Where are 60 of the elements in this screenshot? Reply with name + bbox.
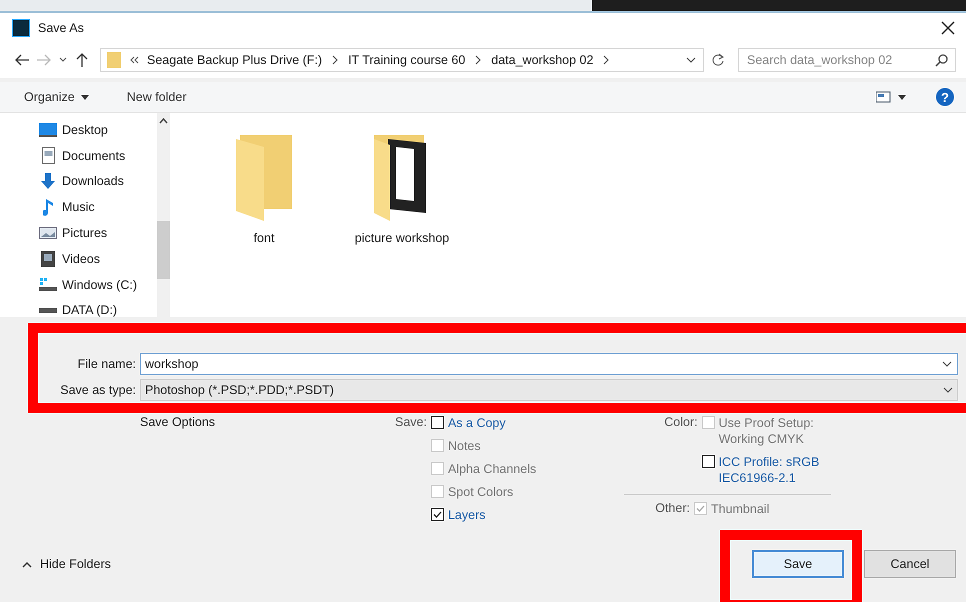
checkmark-icon xyxy=(694,503,706,514)
chevron-up-icon xyxy=(22,560,32,568)
file-name-field[interactable]: workshop xyxy=(140,353,958,375)
section-title: Save Options xyxy=(140,415,216,431)
option-group-label: Color: xyxy=(664,415,698,431)
film-icon xyxy=(41,250,55,267)
monitor-icon xyxy=(39,122,57,137)
option-group-label: Other: xyxy=(655,501,690,517)
organize-menu[interactable]: Organize xyxy=(20,88,93,106)
app-icon xyxy=(12,18,30,36)
close-icon[interactable] xyxy=(940,20,956,36)
option-checkbox[interactable]: Layers xyxy=(430,507,536,523)
picture-icon xyxy=(39,227,57,240)
chevron-down-icon[interactable] xyxy=(942,360,952,368)
option-checkbox[interactable]: ICC Profile: sRGB IEC61966-2.1 xyxy=(702,454,820,486)
breadcrumb-item[interactable]: Seagate Backup Plus Drive (F:) xyxy=(147,53,322,67)
cancel-button[interactable]: Cancel xyxy=(864,550,956,578)
file-name[interactable]: font xyxy=(254,231,274,245)
search-icon xyxy=(935,53,949,67)
chevron-right-icon xyxy=(330,54,340,66)
sidebar-item[interactable]: Desktop xyxy=(0,117,157,143)
save-button[interactable]: Save xyxy=(752,550,844,578)
option-group-label: Save: xyxy=(395,415,427,431)
sidebar-item[interactable]: Windows (C:) xyxy=(0,272,157,298)
chevron-right-icon xyxy=(473,54,484,66)
option-checkbox[interactable]: As a Copy xyxy=(430,415,536,431)
sidebar-item[interactable]: Videos xyxy=(0,246,157,272)
search-field[interactable]: Search data_workshop 02 xyxy=(738,48,956,72)
breadcrumb-item[interactable]: IT Training course 60 xyxy=(348,53,466,67)
sidebar-item[interactable]: Documents xyxy=(0,142,157,169)
drive-icon xyxy=(39,278,57,292)
address-bar[interactable]: Seagate Backup Plus Drive (F:) IT Training course 60 data_workshop 02 xyxy=(100,48,704,72)
checkmark-icon xyxy=(432,509,443,520)
chevron-right-icon xyxy=(601,54,612,66)
chevron-down-icon xyxy=(943,386,953,394)
caret-icon xyxy=(80,94,89,100)
view-options-icon[interactable] xyxy=(876,91,906,103)
document-icon xyxy=(42,147,54,164)
sidebar-item[interactable]: Downloads xyxy=(0,168,157,194)
folder-icon xyxy=(107,51,121,69)
scrollbar[interactable] xyxy=(157,113,170,317)
field-label: File name: xyxy=(76,357,136,371)
drive-icon xyxy=(39,308,57,313)
up-arrow-icon[interactable] xyxy=(74,52,90,68)
window-title: Save As xyxy=(38,20,85,34)
sidebar-item[interactable]: Music xyxy=(0,194,157,220)
sidebar-item[interactable]: Pictures xyxy=(0,220,157,246)
music-note-icon xyxy=(43,198,53,216)
hide-folders-button[interactable]: Hide Folders xyxy=(20,555,113,573)
double-chevron-icon xyxy=(129,54,139,66)
file-name[interactable]: picture workshop xyxy=(354,231,450,245)
file-type-dropdown[interactable]: Photoshop (*.PSD;*.PDD;*.PSDT) xyxy=(140,379,958,401)
breadcrumb-item[interactable]: data_workshop 02 xyxy=(491,53,594,67)
sidebar-item[interactable]: DATA (D:) xyxy=(0,298,157,324)
back-arrow-icon[interactable] xyxy=(14,52,30,68)
help-button[interactable]: ? xyxy=(936,88,954,106)
field-label: Save as type: xyxy=(60,383,136,397)
down-arrow-icon xyxy=(41,173,55,190)
new-folder-button[interactable]: New folder xyxy=(122,88,190,106)
refresh-icon[interactable] xyxy=(710,52,726,68)
